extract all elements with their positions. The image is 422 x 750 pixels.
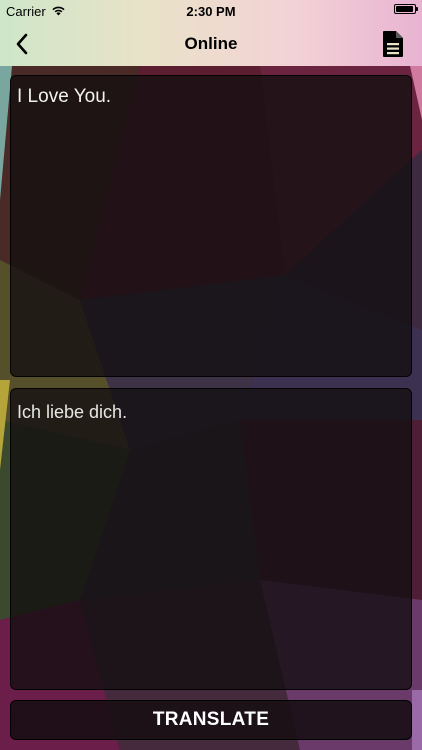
translated-text-box[interactable]: Ich liebe dich.: [10, 388, 412, 690]
document-button[interactable]: [378, 26, 408, 62]
status-bar: Carrier 2:30 PM: [0, 0, 422, 22]
translated-text: Ich liebe dich.: [17, 402, 128, 422]
battery-fill: [396, 6, 413, 12]
source-text-box[interactable]: I Love You.: [10, 75, 412, 377]
navigation-bar: Online: [0, 22, 422, 66]
status-right: [394, 4, 418, 14]
document-icon: [383, 31, 403, 57]
translate-button[interactable]: TRANSLATE: [10, 700, 412, 740]
header: Carrier 2:30 PM Online: [0, 0, 422, 66]
status-time: 2:30 PM: [186, 4, 236, 19]
battery-icon: [394, 4, 418, 14]
source-text: I Love You.: [17, 86, 112, 107]
page-title: Online: [184, 34, 238, 53]
translator-screen: Carrier 2:30 PM Online I Love You. Ich l…: [0, 0, 422, 750]
